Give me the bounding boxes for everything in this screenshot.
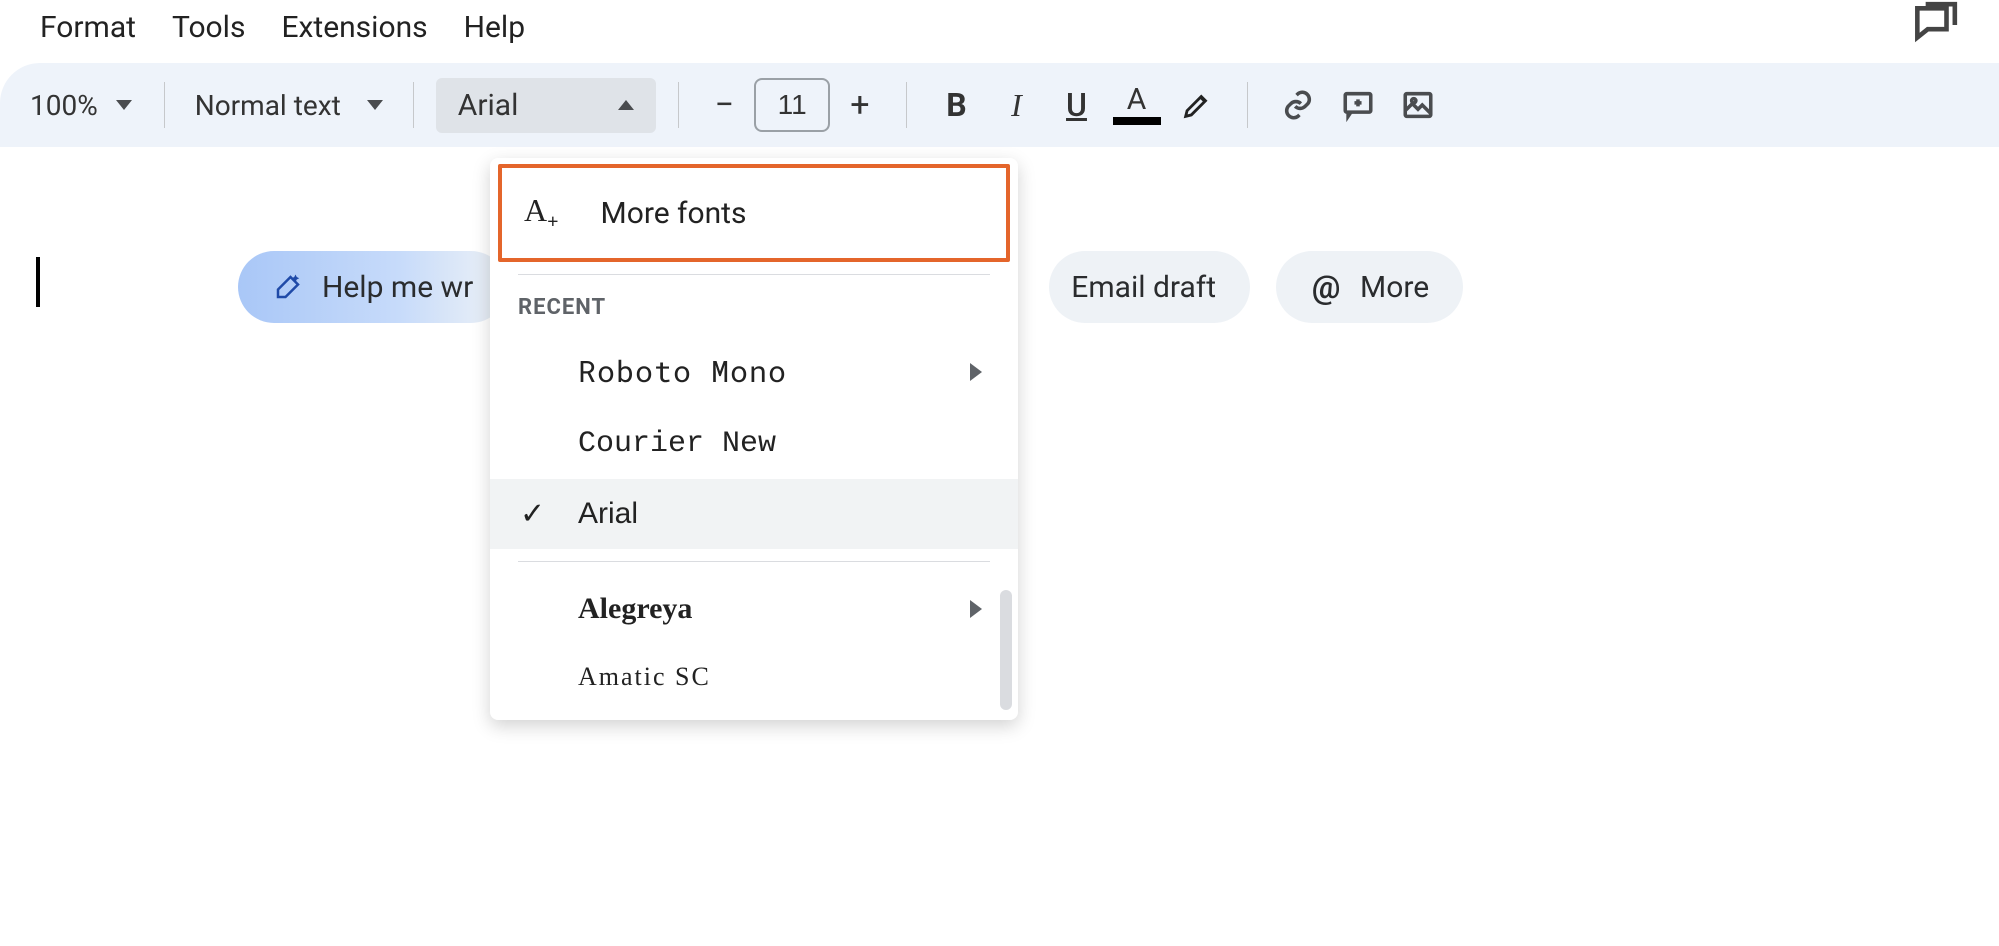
style-value: Normal text [195,89,341,122]
separator [1247,82,1248,128]
decrease-font-size-button[interactable]: − [701,85,748,125]
menubar: Format Tools Extensions Help [0,0,1999,63]
menu-help[interactable]: Help [464,10,525,45]
separator [413,82,414,128]
menu-extensions[interactable]: Extensions [281,10,427,45]
text-color-button[interactable]: A [1109,77,1165,133]
separator [678,82,679,128]
font-size-group: − + [701,78,884,132]
text-color-icon: A [1127,85,1147,115]
more-fonts-icon: A [524,192,559,234]
chevron-down-icon [367,100,383,110]
underline-button[interactable]: U [1049,77,1105,133]
zoom-value: 100% [30,89,98,122]
font-item-amatic-sc[interactable]: Amatic SC [490,644,1018,710]
highlight-color-button[interactable] [1169,77,1225,133]
font-item-arial[interactable]: ✓ Arial [490,479,1018,549]
add-comment-button[interactable] [1330,77,1386,133]
insert-link-button[interactable] [1270,77,1326,133]
chevron-down-icon [116,100,132,110]
chevron-up-icon [618,100,634,110]
email-draft-chip[interactable]: Email draft [1049,251,1250,323]
text-cursor [36,257,40,307]
more-fonts-button[interactable]: A More fonts [498,164,1010,262]
font-item-roboto-mono[interactable]: Roboto Mono [490,334,1018,409]
submenu-arrow-icon [970,600,982,618]
separator [906,82,907,128]
insert-image-button[interactable] [1390,77,1446,133]
font-family-dropdown: A More fonts RECENT Roboto Mono Courier … [490,158,1018,720]
check-icon: ✓ [520,497,545,532]
chip-label: Help me wr [322,270,473,305]
font-item-label: Amatic SC [578,662,711,692]
separator [164,82,165,128]
chip-label: Email draft [1071,270,1216,305]
font-item-courier-new[interactable]: Courier New [490,409,1018,479]
separator [518,274,990,275]
zoom-select[interactable]: 100% [20,89,142,122]
comments-icon[interactable] [1909,0,1959,54]
text-color-bar [1113,117,1161,125]
font-value: Arial [458,88,519,123]
font-item-label: Arial [578,497,638,531]
more-chip[interactable]: @ More [1276,251,1463,323]
recent-label: RECENT [490,287,1018,334]
paragraph-style-select[interactable]: Normal text [187,89,391,122]
menu-tools[interactable]: Tools [172,10,245,45]
font-size-input[interactable] [754,78,830,132]
font-item-alegreya[interactable]: Alegreya [490,574,1018,644]
increase-font-size-button[interactable]: + [836,85,883,125]
font-family-select[interactable]: Arial [436,78,656,133]
pencil-spark-icon [272,271,304,303]
more-fonts-label: More fonts [601,196,747,231]
font-item-label: Alegreya [578,592,692,626]
chip-label: More [1360,270,1429,305]
italic-button[interactable]: I [989,77,1045,133]
font-item-label: Roboto Mono [578,352,787,391]
bold-button[interactable]: B [929,77,985,133]
submenu-arrow-icon [970,363,982,381]
font-item-label: Courier New [578,427,776,461]
menu-format[interactable]: Format [40,10,136,45]
scrollbar[interactable] [1000,590,1012,710]
separator [518,561,990,562]
help-me-write-chip[interactable]: Help me wr [238,251,507,323]
at-icon: @ [1310,271,1342,303]
toolbar: 100% Normal text Arial − + B I U A [0,63,1999,147]
